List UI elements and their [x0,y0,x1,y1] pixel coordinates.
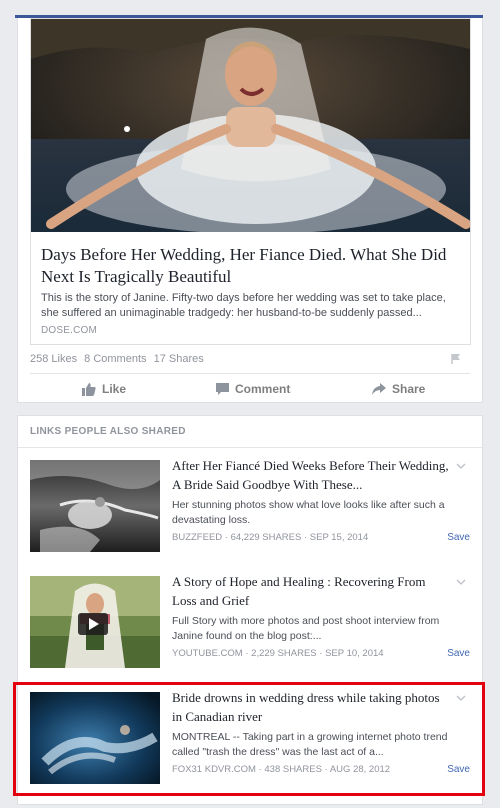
comment-icon [216,383,229,395]
share-button[interactable]: Share [372,382,425,396]
item-description: Her stunning photos show what love looks… [172,499,445,526]
item-title[interactable]: After Her Fiancé Died Weeks Before Their… [172,456,452,494]
list-item[interactable]: A Story of Hope and Healing : Recovering… [18,568,484,680]
actions-divider [30,373,470,374]
chevron-down-icon[interactable] [456,688,466,706]
like-button[interactable]: Like [82,382,126,396]
thumbs-up-icon [82,382,96,396]
chevron-down-icon[interactable] [456,456,466,474]
shared-link-preview[interactable]: Days Before Her Wedding, Her Fiance Died… [30,18,471,345]
save-button[interactable]: Save [447,532,470,543]
comment-label: Comment [235,382,291,396]
section-divider [18,447,482,448]
post-card: Days Before Her Wedding, Her Fiance Died… [17,18,483,403]
video-thumbnail[interactable] [30,576,160,668]
share-label: Share [392,382,426,396]
comment-button[interactable]: Comment [216,382,290,396]
save-button[interactable]: Save [447,648,470,659]
section-title: LINKS PEOPLE ALSO SHARED [30,426,186,437]
save-button[interactable]: Save [447,764,470,775]
thumbnail-image[interactable] [30,460,160,552]
item-meta: YOUTUBE.COM · 2,229 SHARES · SEP 10, 201… [172,648,384,659]
list-item[interactable]: Bride drowns in wedding dress while taki… [13,682,485,796]
likes-count[interactable]: 258 Likes [30,353,77,365]
share-arrow-icon [372,383,386,395]
item-meta: FOX31 KDVR.COM · 438 SHARES · AUG 28, 20… [172,764,391,775]
link-domain: DOSE.COM [41,325,98,336]
chevron-down-icon[interactable] [456,572,466,590]
like-label: Like [102,382,127,396]
comments-count[interactable]: 8 Comments [84,353,146,365]
item-title[interactable]: Bride drowns in wedding dress while taki… [172,688,452,726]
link-description: This is the story of Janine. Fifty-two d… [41,292,446,319]
flag-icon[interactable] [450,352,462,370]
related-links-card: LINKS PEOPLE ALSO SHARED After Her Fianc… [13,415,485,805]
link-title[interactable]: Days Before Her Wedding, Her Fiance Died… [41,244,461,288]
post-stats: 258 Likes 8 Comments 17 Shares [30,353,208,365]
list-item[interactable]: After Her Fiancé Died Weeks Before Their… [18,452,484,564]
item-title[interactable]: A Story of Hope and Healing : Recovering… [172,572,452,610]
item-meta: BUZZFEED · 64,229 SHARES · SEP 15, 2014 [172,532,369,543]
thumbnail-image[interactable] [30,692,160,784]
hero-image[interactable] [31,19,470,232]
item-description: MONTREAL -- Taking part in a growing int… [172,731,448,758]
item-description: Full Story with more photos and post sho… [172,615,440,642]
shares-count[interactable]: 17 Shares [154,353,204,365]
